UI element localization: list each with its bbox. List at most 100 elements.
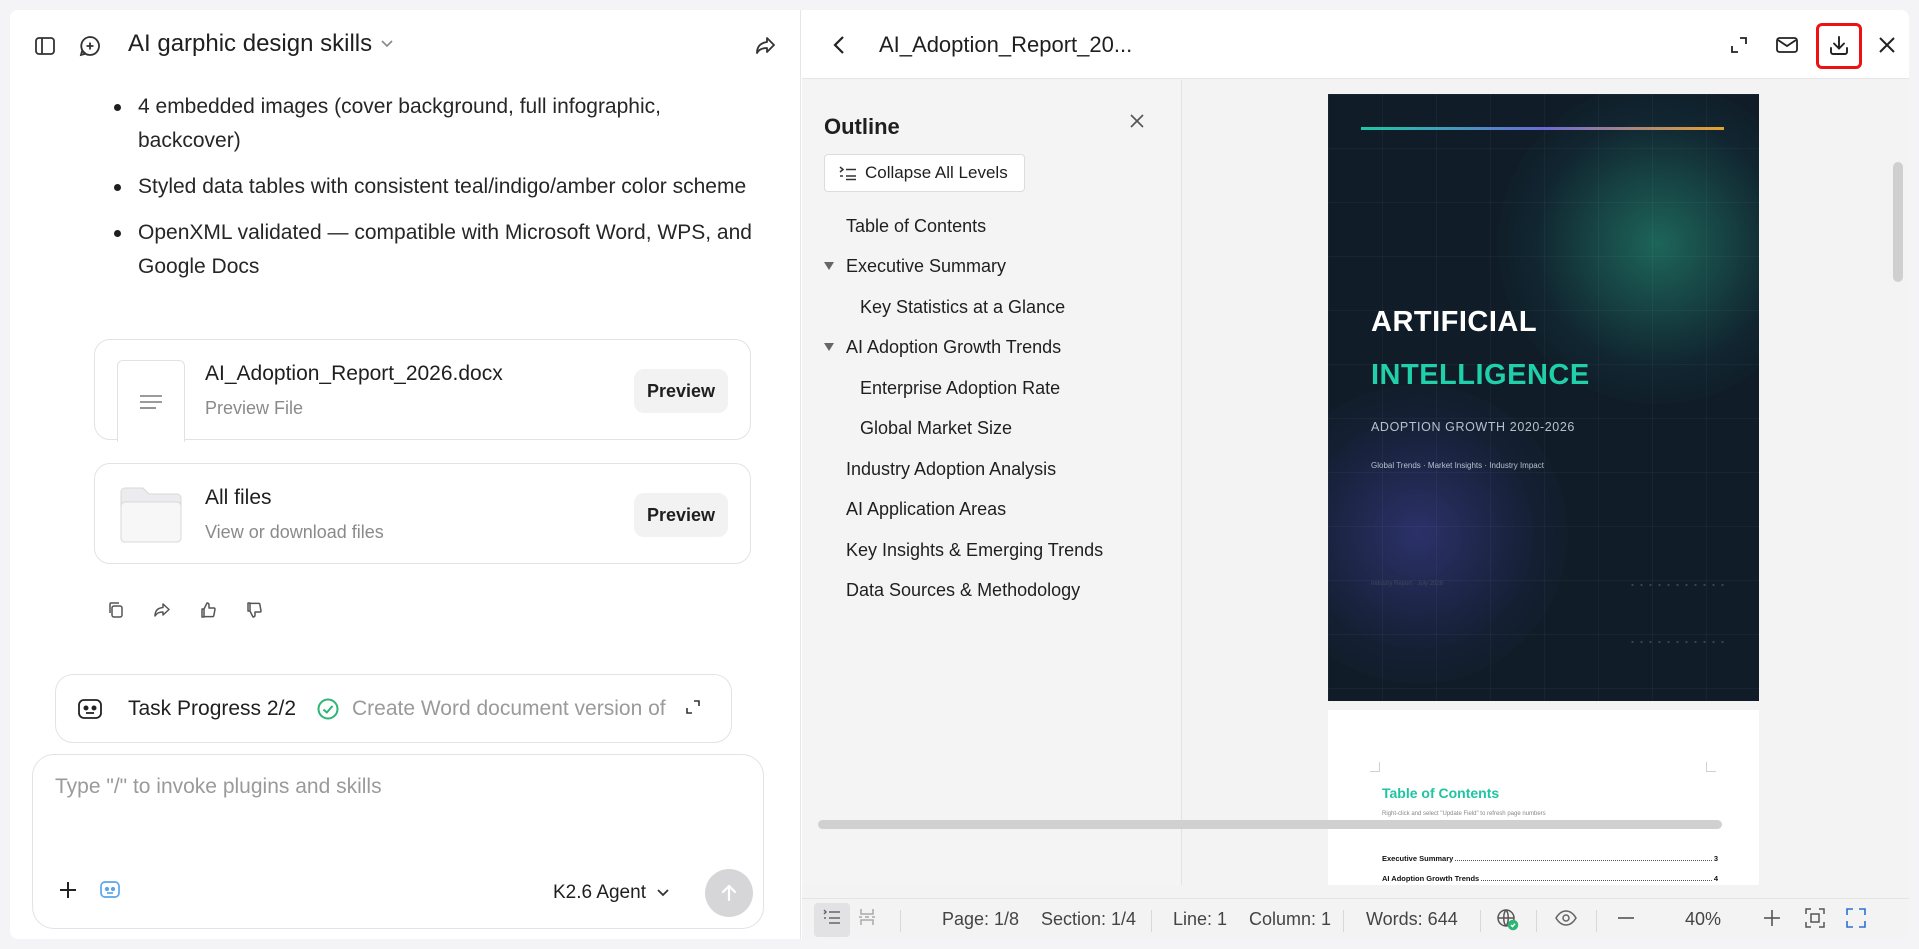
toc-row-page: 4 (1713, 874, 1718, 883)
expand-icon[interactable] (684, 698, 702, 721)
outline-item-label: AI Adoption Growth Trends (846, 337, 1062, 358)
thumbs-up-icon[interactable] (196, 598, 220, 622)
model-selector[interactable]: K2.6 Agent (553, 882, 670, 904)
status-page: Page: 1/8 (942, 909, 1020, 929)
cover-accent-line (1361, 127, 1724, 130)
language-check-icon[interactable] (1495, 907, 1519, 936)
sidebar-toggle-icon[interactable] (28, 29, 62, 63)
bullet-item: 4 embedded images (cover background, ful… (108, 90, 758, 158)
document-canvas[interactable]: ARTIFICIAL INTELLIGENCE ADOPTION GROWTH … (1183, 80, 1909, 885)
cover-subtitle: ADOPTION GROWTH 2020-2026 (1371, 420, 1575, 434)
plus-icon[interactable] (51, 873, 85, 907)
toc-row-label: AI Adoption Growth Trends (1382, 874, 1480, 883)
robot-icon (76, 695, 104, 728)
status-words: Words: 644 (1366, 909, 1458, 929)
cover-page: ARTIFICIAL INTELLIGENCE ADOPTION GROWTH … (1328, 94, 1759, 701)
zoom-out-icon[interactable] (1615, 907, 1637, 934)
expand-triangle-icon[interactable] (824, 261, 834, 270)
message-bullets: 4 embedded images (cover background, ful… (108, 90, 758, 296)
outline-item[interactable]: Industry Adoption Analysis (802, 449, 1182, 490)
cover-tagline: Global Trends · Market Insights · Indust… (1371, 461, 1544, 470)
status-column: Column: 1 (1249, 909, 1332, 929)
outline-item[interactable]: Enterprise Adoption Rate (802, 368, 1182, 409)
outline-list: Table of Contents Executive Summary Key … (802, 206, 1182, 611)
eye-icon[interactable] (1554, 907, 1578, 934)
toc-hint: Right-click and select "Update Field" to… (1382, 811, 1546, 817)
toc-row-page: 3 (1713, 854, 1718, 863)
file-subtitle: Preview File (205, 398, 304, 418)
zoom-level[interactable]: 40% (1685, 909, 1721, 930)
app-window: AI garphic design skills 4 embedded imag… (10, 10, 1909, 939)
outline-item[interactable]: Executive Summary (802, 247, 1182, 288)
outline-item[interactable]: Key Insights & Emerging Trends (802, 530, 1182, 571)
cover-footer: Industry Report · July 2026 (1371, 581, 1444, 587)
chevron-down-icon (656, 882, 670, 904)
outline-item[interactable]: AI Application Areas (802, 490, 1182, 531)
status-bar: Page: 1/8 Section: 1/4 Line: 1 Column: 1… (802, 898, 1909, 939)
horizontal-scrollbar[interactable] (818, 820, 1722, 829)
task-progress-label: Task Progress 2/2 (128, 697, 297, 720)
message-composer: K2.6 Agent (32, 754, 764, 929)
folder-preview-button[interactable]: Preview (634, 493, 728, 537)
check-circle-icon (316, 697, 340, 726)
outline-item[interactable]: Table of Contents (802, 206, 1182, 247)
share-icon[interactable] (748, 29, 782, 63)
agent-skill-icon[interactable] (93, 873, 127, 907)
expand-view-icon[interactable] (1845, 907, 1867, 934)
expand-triangle-icon[interactable] (824, 342, 834, 351)
folder-subtitle: View or download files (205, 522, 384, 542)
chat-title-text: AI garphic design skills (128, 30, 373, 57)
document-icon (117, 360, 185, 442)
preview-header: AI_Adoption_Report_20... (802, 10, 1909, 79)
page-break-icon[interactable] (857, 907, 877, 932)
task-progress-bar[interactable]: Task Progress 2/2 Create Word document v… (55, 674, 732, 743)
collapse-all-button[interactable]: Collapse All Levels (824, 154, 1025, 192)
new-chat-icon[interactable] (73, 29, 107, 63)
file-preview-button[interactable]: Preview (634, 369, 728, 413)
outline-view-icon[interactable] (822, 907, 842, 932)
download-icon[interactable] (1816, 23, 1862, 69)
file-attachment-card[interactable]: AI_Adoption_Report_2026.docx Preview Fil… (94, 339, 751, 442)
bullet-item: OpenXML validated — compatible with Micr… (108, 216, 758, 284)
message-input[interactable] (55, 767, 745, 807)
fullscreen-icon[interactable] (1722, 28, 1756, 62)
all-files-card[interactable]: All files View or download files Preview (94, 463, 751, 564)
fit-page-icon[interactable] (1804, 907, 1826, 934)
bullet-item: Styled data tables with consistent teal/… (108, 170, 758, 204)
toc-page: Table of Contents Right-click and select… (1328, 710, 1759, 885)
model-name: K2.6 Agent (553, 882, 646, 903)
file-name: AI_Adoption_Report_2026.docx (205, 362, 503, 385)
status-line: Line: 1 (1173, 909, 1228, 929)
cover-title-line2: INTELLIGENCE (1371, 359, 1590, 391)
document-title: AI_Adoption_Report_20... (879, 32, 1133, 57)
vertical-scrollbar[interactable] (1893, 162, 1903, 282)
arrow-up-icon (721, 884, 737, 902)
share-message-icon[interactable] (150, 598, 174, 622)
mail-icon[interactable] (1770, 28, 1804, 62)
collapse-list-icon (839, 166, 856, 181)
outline-panel: Outline Collapse All Levels Table of Con… (802, 80, 1182, 885)
outline-item[interactable]: Global Market Size (802, 409, 1182, 450)
toc-row-label: Executive Summary (1382, 854, 1454, 863)
outline-close-icon[interactable] (1128, 112, 1146, 135)
cover-title-line1: ARTIFICIAL (1371, 306, 1538, 338)
outline-item-label: Executive Summary (846, 256, 1007, 277)
outline-item[interactable]: Key Statistics at a Glance (802, 287, 1182, 328)
copy-icon[interactable] (104, 598, 128, 622)
close-icon[interactable] (1870, 28, 1904, 62)
status-section: Section: 1/4 (1041, 909, 1137, 929)
outline-item[interactable]: AI Adoption Growth Trends (802, 328, 1182, 369)
back-arrow-icon[interactable] (822, 28, 856, 62)
document-preview-pane: AI_Adoption_Report_20... Outline Collaps… (802, 10, 1909, 939)
chat-header: AI garphic design skills (10, 10, 800, 80)
chevron-down-icon (380, 36, 394, 52)
toc-row: AI Adoption Growth Trends 4 (1382, 874, 1718, 883)
outline-item[interactable]: Data Sources & Methodology (802, 571, 1182, 612)
thumbs-down-icon[interactable] (242, 598, 266, 622)
folder-name: All files (205, 486, 272, 509)
chat-title[interactable]: AI garphic design skills (128, 30, 394, 58)
zoom-in-icon[interactable] (1761, 907, 1783, 934)
folder-icon (117, 484, 185, 546)
send-button[interactable] (705, 869, 753, 917)
toc-heading: Table of Contents (1382, 785, 1500, 801)
